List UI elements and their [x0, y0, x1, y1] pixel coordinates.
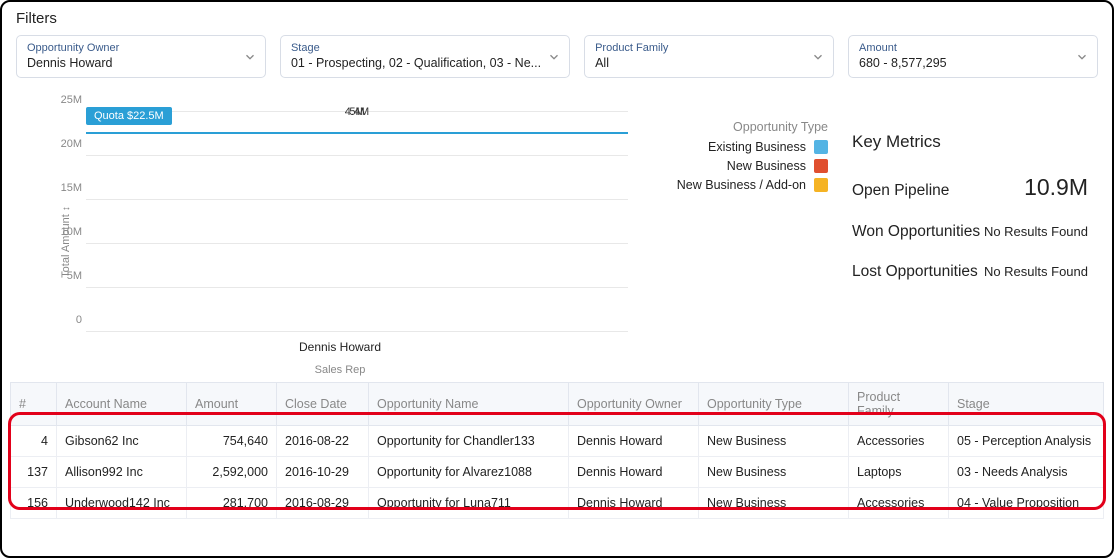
table-row[interactable]: 4Gibson62 Inc754,640 2016-08-22Opportuni… — [11, 426, 1104, 457]
y-axis-label: Total Amount ↕ — [60, 207, 72, 279]
legend-swatch — [814, 140, 828, 154]
col-index[interactable]: # — [11, 383, 57, 426]
table-header-row: # Account Name Amount Close Date Opportu… — [11, 383, 1104, 426]
legend-swatch — [814, 178, 828, 192]
filter-value: 01 - Prospecting, 02 - Qualification, 03… — [291, 55, 541, 71]
filter-label: Amount — [859, 42, 1069, 55]
filter-stage[interactable]: Stage 01 - Prospecting, 02 - Qualificati… — [280, 35, 570, 78]
filter-label: Product Family — [595, 42, 805, 55]
table-row[interactable]: 137Allison992 Inc2,592,000 2016-10-29Opp… — [11, 457, 1104, 488]
col-opp-type[interactable]: Opportunity Type — [699, 383, 849, 426]
chevron-down-icon — [243, 50, 257, 64]
filter-label: Stage — [291, 42, 541, 55]
chevron-down-icon — [811, 50, 825, 64]
col-prod-family[interactable]: Product Family — [849, 383, 949, 426]
chevron-down-icon — [1075, 50, 1089, 64]
col-opp-name[interactable]: Opportunity Name — [369, 383, 569, 426]
metric-won-opportunities: Won Opportunities No Results Found — [852, 223, 1088, 241]
metric-open-pipeline: Open Pipeline 10.9M — [852, 174, 1088, 201]
ytick: 5M — [52, 270, 82, 282]
filter-amount[interactable]: Amount 680 - 8,577,295 — [848, 35, 1098, 78]
legend-item[interactable]: New Business / Add-on — [628, 178, 828, 192]
table-row[interactable]: 156Underwood142 Inc281,700 2016-08-29Opp… — [11, 488, 1104, 519]
chart-grid: 0 5M 10M 15M 20M 25M Quota $22.5M 4.4M 5… — [86, 112, 628, 332]
x-category-label: Dennis Howard — [299, 340, 381, 354]
filters-panel: Filters Opportunity Owner Dennis Howard … — [2, 2, 1112, 78]
x-axis-label: Sales Rep — [315, 364, 366, 376]
filters-title: Filters — [16, 10, 1098, 27]
quota-badge: Quota $22.5M — [86, 107, 172, 125]
ytick: 0 — [52, 314, 82, 326]
chart-legend: Opportunity Type Existing Business New B… — [628, 112, 828, 372]
filter-product-family[interactable]: Product Family All — [584, 35, 834, 78]
filter-label: Opportunity Owner — [27, 42, 237, 55]
col-amount[interactable]: Amount — [187, 383, 277, 426]
quota-reference-line — [86, 132, 628, 134]
ytick: 15M — [52, 182, 82, 194]
metric-lost-opportunities: Lost Opportunities No Results Found — [852, 263, 1088, 281]
filter-value: 680 - 8,577,295 — [859, 55, 1069, 71]
ytick: 25M — [52, 94, 82, 106]
legend-title: Opportunity Type — [628, 120, 828, 134]
results-table-wrap: # Account Name Amount Close Date Opportu… — [10, 382, 1104, 519]
filter-opportunity-owner[interactable]: Opportunity Owner Dennis Howard — [16, 35, 266, 78]
ytick: 10M — [52, 226, 82, 238]
chart-area: Total Amount ↕ 0 5M 10M 15M 20M 25M Quot… — [16, 112, 628, 372]
legend-item[interactable]: Existing Business — [628, 140, 828, 154]
col-close-date[interactable]: Close Date — [277, 383, 369, 426]
key-metrics-panel: Key Metrics Open Pipeline 10.9M Won Oppo… — [828, 112, 1098, 372]
filter-value: All — [595, 55, 805, 71]
col-account-name[interactable]: Account Name — [57, 383, 187, 426]
col-opp-owner[interactable]: Opportunity Owner — [569, 383, 699, 426]
ytick: 20M — [52, 138, 82, 150]
chevron-down-icon — [547, 50, 561, 64]
metrics-title: Key Metrics — [852, 132, 1088, 152]
results-table: # Account Name Amount Close Date Opportu… — [10, 382, 1104, 519]
filter-value: Dennis Howard — [27, 55, 237, 71]
col-stage[interactable]: Stage — [949, 383, 1104, 426]
legend-swatch — [814, 159, 828, 173]
legend-item[interactable]: New Business — [628, 159, 828, 173]
